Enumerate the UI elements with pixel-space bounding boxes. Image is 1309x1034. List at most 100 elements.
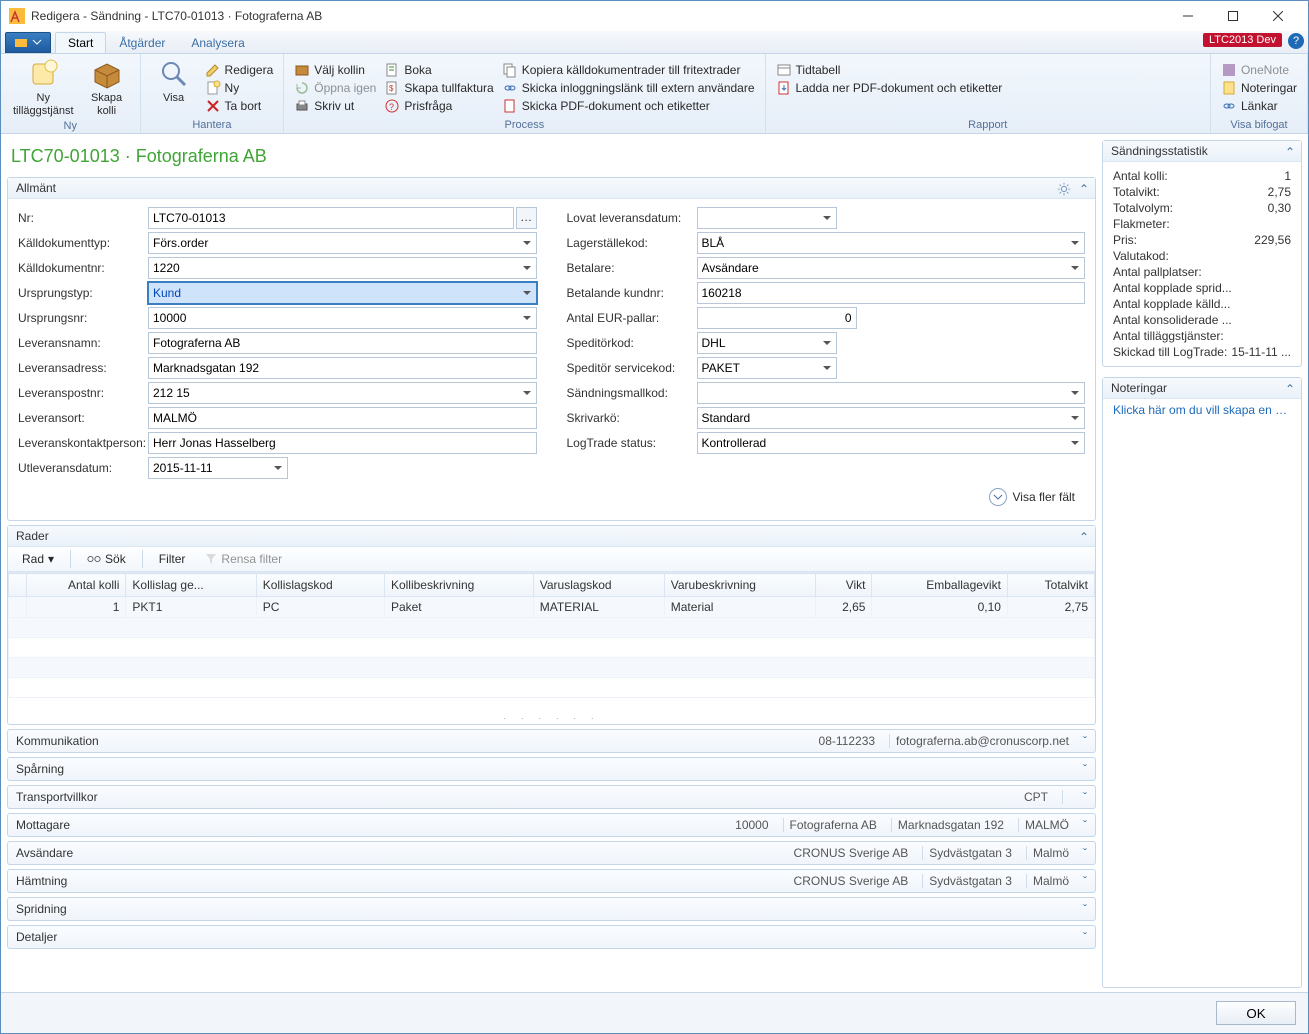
notes-header[interactable]: Noteringar ⌃ bbox=[1103, 378, 1301, 399]
promised-date-field[interactable] bbox=[697, 207, 837, 229]
clear-filter-button[interactable]: Rensa filter bbox=[197, 550, 290, 568]
print-button[interactable]: Skriv ut bbox=[290, 97, 380, 115]
close-button[interactable] bbox=[1255, 2, 1300, 30]
timetable-icon bbox=[776, 62, 792, 78]
show-more-fields-button[interactable]: Visa fler fält bbox=[18, 482, 1085, 512]
chevron-up-icon[interactable]: ⌃ bbox=[1079, 182, 1089, 196]
fasttab-kommunikation[interactable]: Kommunikation08-112233fotograferna.ab@cr… bbox=[7, 729, 1096, 753]
gear-icon[interactable] bbox=[1057, 182, 1071, 196]
lines-header[interactable]: Rader ⌃ bbox=[8, 526, 1095, 547]
chevron-down-icon[interactable]: ˇ bbox=[1083, 734, 1087, 748]
links-button[interactable]: Länkar bbox=[1217, 97, 1301, 115]
fasttab-hämtning[interactable]: HämtningCRONUS Sverige ABSydvästgatan 3M… bbox=[7, 869, 1096, 893]
fasttab-spårning[interactable]: Spårningˇ bbox=[7, 757, 1096, 781]
general-header[interactable]: Allmänt ⌃ bbox=[8, 178, 1095, 199]
new-icon bbox=[205, 80, 221, 96]
fasttab-mottagare[interactable]: Mottagare10000Fotograferna ABMarknadsgat… bbox=[7, 813, 1096, 837]
fasttab-spridning[interactable]: Spridningˇ bbox=[7, 897, 1096, 921]
fasttab-transportvillkor[interactable]: TransportvillkorCPTˇ bbox=[7, 785, 1096, 809]
printer-queue-field[interactable] bbox=[697, 407, 1086, 429]
payer-field[interactable] bbox=[697, 257, 1086, 279]
source-doc-type-field[interactable] bbox=[148, 232, 537, 254]
stats-header[interactable]: Sändningsstatistik ⌃ bbox=[1103, 141, 1301, 162]
lines-grid[interactable]: Antal kolli Kollislag ge... Kollislagsko… bbox=[8, 573, 1095, 698]
eur-pallets-field[interactable] bbox=[697, 307, 857, 329]
chevron-down-icon[interactable]: ˇ bbox=[1083, 762, 1087, 776]
help-icon[interactable]: ? bbox=[1288, 33, 1304, 49]
ship-name-field[interactable] bbox=[148, 332, 537, 354]
print-icon bbox=[294, 98, 310, 114]
template-code-field[interactable] bbox=[697, 382, 1086, 404]
fasttab-avsändare[interactable]: AvsändareCRONUS Sverige ABSydvästgatan 3… bbox=[7, 841, 1096, 865]
edit-icon bbox=[205, 62, 221, 78]
chevron-down-icon[interactable]: ˇ bbox=[1083, 818, 1087, 832]
resizer-handle[interactable]: · · · · · · bbox=[8, 712, 1095, 724]
new-button[interactable]: Ny bbox=[201, 79, 278, 97]
new-addon-service-button[interactable]: Ny tilläggstjänst bbox=[7, 56, 80, 120]
agent-service-field[interactable] bbox=[697, 357, 837, 379]
filter-button[interactable]: Filter bbox=[151, 550, 194, 568]
ship-address-field[interactable] bbox=[148, 357, 537, 379]
notes-button[interactable]: Noteringar bbox=[1217, 79, 1301, 97]
view-button[interactable]: Visa bbox=[147, 56, 201, 119]
chevron-down-icon[interactable]: ˇ bbox=[1083, 902, 1087, 916]
fasttab-title: Detaljer bbox=[16, 930, 1075, 944]
send-login-link-button[interactable]: Skicka inloggningslänk till extern använ… bbox=[498, 79, 759, 97]
logtrade-status-field[interactable] bbox=[697, 432, 1086, 454]
copy-lines-icon bbox=[502, 62, 518, 78]
nr-lookup-button[interactable]: … bbox=[516, 207, 537, 229]
chevron-down-icon[interactable]: ˇ bbox=[1083, 874, 1087, 888]
agent-code-field[interactable] bbox=[697, 332, 837, 354]
send-pdf-button[interactable]: Skicka PDF-dokument och etiketter bbox=[498, 97, 759, 115]
location-code-field[interactable] bbox=[697, 232, 1086, 254]
record-title: LTC70-01013 · Fotograferna AB bbox=[7, 140, 1096, 177]
select-packages-button[interactable]: Välj kollin bbox=[290, 61, 380, 79]
app-menu-button[interactable] bbox=[5, 32, 51, 53]
fasttab-title: Transportvillkor bbox=[16, 790, 1018, 804]
paying-customer-field[interactable] bbox=[697, 282, 1086, 304]
chevron-up-icon[interactable]: ⌃ bbox=[1285, 145, 1295, 159]
chevron-up-icon[interactable]: ⌃ bbox=[1285, 382, 1295, 396]
book-button[interactable]: Boka bbox=[380, 61, 497, 79]
chevron-down-icon[interactable]: ˇ bbox=[1083, 846, 1087, 860]
stat-row: Totalvikt:2,75 bbox=[1113, 184, 1291, 200]
chevron-down-icon bbox=[993, 492, 1003, 502]
onenote-button[interactable]: OneNote bbox=[1217, 61, 1301, 79]
edit-button[interactable]: Redigera bbox=[201, 61, 278, 79]
customs-invoice-button[interactable]: $Skapa tullfaktura bbox=[380, 79, 497, 97]
download-pdf-button[interactable]: Ladda ner PDF-dokument och etiketter bbox=[772, 79, 1007, 97]
nr-field[interactable] bbox=[148, 207, 514, 229]
line-menu-button[interactable]: Rad ▾ bbox=[14, 550, 62, 568]
tab-atgarder[interactable]: Åtgärder bbox=[106, 32, 178, 53]
origin-type-field[interactable] bbox=[148, 282, 537, 304]
ship-city-field[interactable] bbox=[148, 407, 537, 429]
ship-postcode-field[interactable] bbox=[148, 382, 537, 404]
chevron-down-icon[interactable]: ˇ bbox=[1083, 930, 1087, 944]
shipment-date-field[interactable] bbox=[148, 457, 288, 479]
table-row[interactable]: 1 PKT1 PC Paket MATERIAL Material 2,65 0… bbox=[9, 597, 1095, 618]
customs-invoice-icon: $ bbox=[384, 80, 400, 96]
reopen-button[interactable]: Öppna igen bbox=[290, 79, 380, 97]
copy-lines-button[interactable]: Kopiera källdokumentrader till fritextra… bbox=[498, 61, 759, 79]
ok-button[interactable]: OK bbox=[1216, 1001, 1296, 1025]
search-button[interactable]: Sök bbox=[79, 550, 134, 568]
chevron-up-icon[interactable]: ⌃ bbox=[1079, 530, 1089, 544]
maximize-button[interactable] bbox=[1210, 2, 1255, 30]
minimize-button[interactable] bbox=[1165, 2, 1210, 30]
source-doc-no-field[interactable] bbox=[148, 257, 537, 279]
tab-start[interactable]: Start bbox=[55, 32, 106, 53]
price-query-button[interactable]: ?Prisfråga bbox=[380, 97, 497, 115]
price-query-icon: ? bbox=[384, 98, 400, 114]
create-package-icon bbox=[91, 58, 123, 90]
svg-text:?: ? bbox=[389, 102, 394, 112]
delete-button[interactable]: Ta bort bbox=[201, 97, 278, 115]
fasttab-detaljer[interactable]: Detaljer ˇ bbox=[7, 925, 1096, 949]
tab-analysera[interactable]: Analysera bbox=[178, 32, 257, 53]
timetable-button[interactable]: Tidtabell bbox=[772, 61, 1007, 79]
chevron-down-icon[interactable]: ˇ bbox=[1083, 790, 1087, 804]
create-package-button[interactable]: Skapa kolli bbox=[80, 56, 134, 120]
ship-contact-field[interactable] bbox=[148, 432, 537, 454]
origin-no-field[interactable] bbox=[148, 307, 537, 329]
create-note-link[interactable]: Klicka här om du vill skapa en ny an... bbox=[1103, 399, 1301, 421]
new-service-icon bbox=[27, 58, 59, 90]
